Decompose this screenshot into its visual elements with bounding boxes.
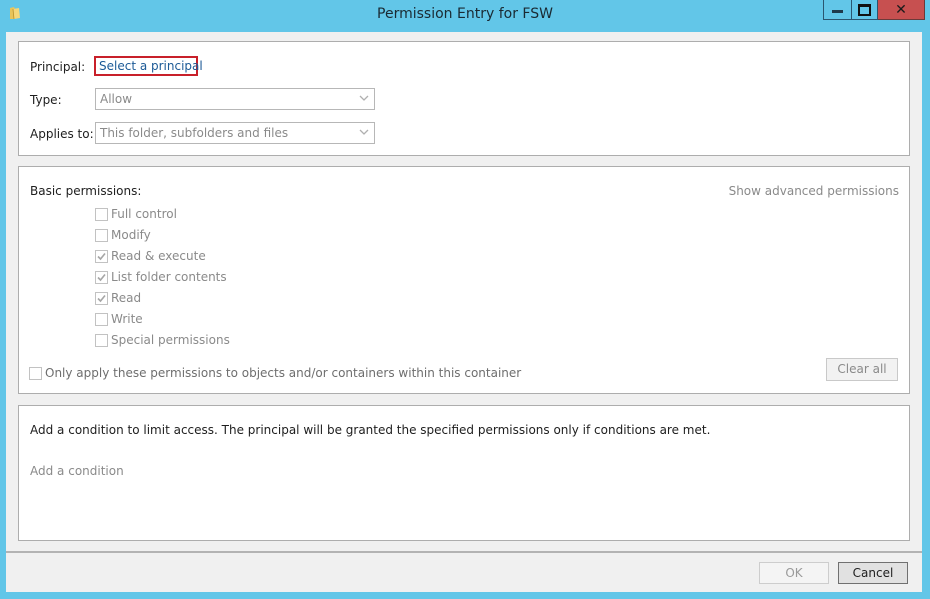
dialog-body: Principal: Select a principal Type: Allo… [6, 32, 922, 592]
permission-item[interactable]: Read & execute [95, 248, 206, 264]
window-controls: ✕ [823, 0, 925, 20]
permission-checkbox[interactable] [95, 291, 108, 305]
permission-item[interactable]: Write [95, 311, 143, 327]
condition-panel: Add a condition to limit access. The pri… [18, 405, 910, 541]
minimize-icon [832, 10, 843, 13]
permission-checkbox[interactable] [95, 249, 108, 263]
title-bar[interactable]: Permission Entry for FSW ✕ [0, 0, 930, 32]
principal-panel: Principal: Select a principal Type: Allo… [18, 41, 910, 156]
footer-divider [6, 551, 922, 553]
minimize-button[interactable] [823, 0, 852, 20]
checkmark-icon [97, 294, 106, 302]
permission-item[interactable]: Special permissions [95, 332, 230, 348]
permission-item[interactable]: Read [95, 290, 141, 306]
permission-label: Write [111, 312, 143, 326]
only-apply-label: Only apply these permissions to objects … [45, 366, 522, 380]
permission-checkbox[interactable] [95, 228, 108, 242]
maximize-icon [858, 3, 871, 16]
permissions-panel: Basic permissions: Show advanced permiss… [18, 166, 910, 394]
permission-label: Read & execute [111, 249, 206, 263]
window-title: Permission Entry for FSW [377, 6, 553, 22]
permission-label: Special permissions [111, 333, 230, 347]
principal-label: Principal: [30, 60, 86, 74]
permission-checkbox[interactable] [95, 312, 108, 326]
chevron-down-icon [359, 129, 369, 135]
only-apply-checkbox[interactable] [29, 366, 42, 380]
chevron-down-icon [359, 95, 369, 101]
clear-all-button[interactable]: Clear all [826, 358, 898, 381]
add-condition-link[interactable]: Add a condition [30, 464, 124, 478]
cancel-button[interactable]: Cancel [838, 562, 908, 584]
permission-label: Full control [111, 207, 177, 221]
condition-description: Add a condition to limit access. The pri… [30, 423, 711, 437]
permission-item[interactable]: List folder contents [95, 269, 227, 285]
maximize-button[interactable] [852, 0, 878, 20]
principal-highlight: Select a principal [94, 56, 203, 76]
ok-button[interactable]: OK [759, 562, 829, 584]
checkmark-icon [97, 252, 106, 260]
basic-permissions-heading: Basic permissions: [30, 184, 142, 198]
close-icon: ✕ [895, 1, 907, 18]
applies-to-value: This folder, subfolders and files [100, 126, 289, 140]
permission-checkbox[interactable] [95, 207, 108, 221]
select-principal-link[interactable]: Select a principal [99, 59, 203, 73]
permission-item[interactable]: Modify [95, 227, 151, 243]
show-advanced-permissions-link[interactable]: Show advanced permissions [729, 184, 899, 198]
permission-label: Modify [111, 228, 151, 242]
type-value: Allow [100, 92, 133, 106]
permission-checkbox[interactable] [95, 333, 108, 347]
type-dropdown[interactable]: Allow [95, 88, 375, 110]
permission-item[interactable]: Full control [95, 206, 177, 222]
permission-checkbox[interactable] [95, 270, 108, 284]
only-apply-option[interactable]: Only apply these permissions to objects … [29, 366, 521, 380]
applies-to-label: Applies to: [30, 127, 94, 141]
applies-to-dropdown[interactable]: This folder, subfolders and files [95, 122, 375, 144]
close-button[interactable]: ✕ [878, 0, 925, 20]
permission-label: Read [111, 291, 142, 305]
type-label: Type: [30, 93, 62, 107]
checkmark-icon [97, 273, 106, 281]
permission-label: List folder contents [111, 270, 227, 284]
